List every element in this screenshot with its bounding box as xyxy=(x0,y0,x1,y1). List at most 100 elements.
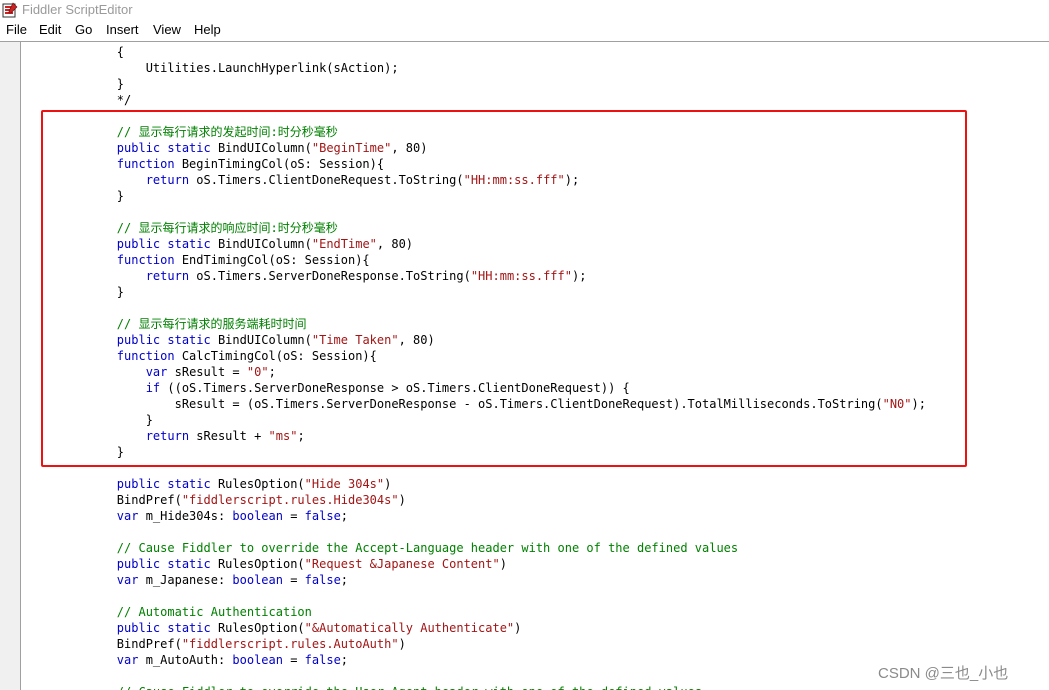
code-keyword: var xyxy=(145,365,168,379)
menu-file[interactable]: File xyxy=(6,22,27,38)
code-line: } xyxy=(59,188,124,204)
code-text: RulesOption( xyxy=(210,557,305,571)
code-string: "fiddlerscript.rules.AutoAuth" xyxy=(181,637,399,651)
code-line: // Cause Fiddler to override the Accept-… xyxy=(59,540,738,556)
code-line: return oS.Timers.ServerDoneResponse.ToSt… xyxy=(59,268,587,284)
code-text: m_AutoAuth: xyxy=(138,653,233,667)
code-line: public static RulesOption("Hide 304s") xyxy=(59,476,392,492)
code-text: EndTimingCol(oS: Session){ xyxy=(174,253,370,267)
code-line: var m_AutoAuth: boolean = false; xyxy=(59,652,348,668)
code-text: CalcTimingCol(oS: Session){ xyxy=(174,349,377,363)
code-text: oS.Timers.ClientDoneRequest.ToString( xyxy=(189,173,464,187)
code-text: oS.Timers.ServerDoneResponse.ToString( xyxy=(189,269,471,283)
code-text: m_Japanese: xyxy=(138,573,233,587)
code-text: BindPref( xyxy=(59,493,182,507)
code-text: ) xyxy=(514,621,522,635)
code-line: } xyxy=(59,412,153,428)
code-keyword: boolean xyxy=(232,573,283,587)
code-comment: // 显示每行请求的服务端耗时时间 xyxy=(59,317,307,331)
code-comment: // 显示每行请求的响应时间:时分秒毫秒 xyxy=(59,221,338,235)
code-text: ; xyxy=(297,429,305,443)
code-text: } xyxy=(59,189,125,203)
code-keyword: if xyxy=(145,381,161,395)
code-text: = xyxy=(282,509,305,523)
code-text: BindUIColumn( xyxy=(210,237,312,251)
code-keyword: function xyxy=(116,349,175,363)
title-bar: Fiddler ScriptEditor xyxy=(0,0,1049,20)
code-text: */ xyxy=(59,93,132,107)
menu-insert[interactable]: Insert xyxy=(106,22,139,38)
code-text: ) xyxy=(398,493,406,507)
code-line: function BeginTimingCol(oS: Session){ xyxy=(59,156,384,172)
code-text: ; xyxy=(340,509,349,523)
code-text: ) xyxy=(499,557,507,571)
menu-edit[interactable]: Edit xyxy=(39,22,61,38)
code-text: , 80) xyxy=(398,333,435,347)
code-line: return oS.Timers.ClientDoneRequest.ToStr… xyxy=(59,172,580,188)
code-line: Utilities.LaunchHyperlink(sAction); xyxy=(59,60,399,76)
code-text: sResult = xyxy=(167,365,247,379)
code-line: return sResult + "ms"; xyxy=(59,428,305,444)
code-keyword: function xyxy=(116,253,175,267)
code-line: public static BindUIColumn("BeginTime", … xyxy=(59,140,428,156)
code-text: , 80) xyxy=(391,141,428,155)
code-keyword: var xyxy=(116,509,139,523)
code-comment: // Automatic Authentication xyxy=(59,605,312,619)
code-line: public static BindUIColumn("Time Taken",… xyxy=(59,332,435,348)
code-text: } xyxy=(59,445,125,459)
code-keyword: return xyxy=(145,269,190,283)
code-keyword: boolean xyxy=(232,509,283,523)
code-string: "&Automatically Authenticate" xyxy=(304,621,515,635)
code-comment: // Cause Fiddler to override the Accept-… xyxy=(59,541,739,555)
code-editor[interactable]: { Utilities.LaunchHyperlink(sAction); } … xyxy=(21,42,1049,690)
code-line: var m_Japanese: boolean = false; xyxy=(59,572,348,588)
code-text: sResult = (oS.Timers.ServerDoneResponse … xyxy=(59,397,883,411)
code-keyword: var xyxy=(116,653,139,667)
code-keyword: public static xyxy=(116,477,211,491)
code-string: "BeginTime" xyxy=(311,141,392,155)
code-string: "ms" xyxy=(268,429,298,443)
code-line: var m_Hide304s: boolean = false; xyxy=(59,508,348,524)
menu-help[interactable]: Help xyxy=(194,22,221,38)
code-line: // Cause Fiddler to override the User-Ag… xyxy=(59,684,702,690)
code-text: ; xyxy=(340,573,349,587)
code-line: // 显示每行请求的服务端耗时时间 xyxy=(59,316,307,332)
code-text: BeginTimingCol(oS: Session){ xyxy=(174,157,385,171)
code-line: if ((oS.Timers.ServerDoneResponse > oS.T… xyxy=(59,380,630,396)
code-keyword: false xyxy=(304,509,341,523)
code-string: "EndTime" xyxy=(311,237,377,251)
code-line: public static BindUIColumn("EndTime", 80… xyxy=(59,236,413,252)
code-text: m_Hide304s: xyxy=(138,509,233,523)
code-text: BindUIColumn( xyxy=(210,141,312,155)
code-text: { xyxy=(59,45,125,59)
code-keyword: public static xyxy=(116,333,211,347)
menu-go[interactable]: Go xyxy=(75,22,92,38)
code-text: ); xyxy=(571,269,587,283)
fiddler-app-icon xyxy=(2,2,18,18)
code-text: ); xyxy=(911,397,926,411)
menu-bar: File Edit Go Insert View Help xyxy=(0,20,1049,40)
code-keyword: false xyxy=(304,573,341,587)
code-text: = xyxy=(282,653,305,667)
code-string: "Hide 304s" xyxy=(304,477,385,491)
code-string: "0" xyxy=(246,365,269,379)
menu-view[interactable]: View xyxy=(153,22,181,38)
code-keyword: public static xyxy=(116,237,211,251)
code-line: sResult = (oS.Timers.ServerDoneResponse … xyxy=(59,396,926,412)
code-keyword: false xyxy=(304,653,341,667)
code-keyword: var xyxy=(116,573,139,587)
code-text: } xyxy=(59,413,153,427)
code-keyword: public static xyxy=(116,621,211,635)
